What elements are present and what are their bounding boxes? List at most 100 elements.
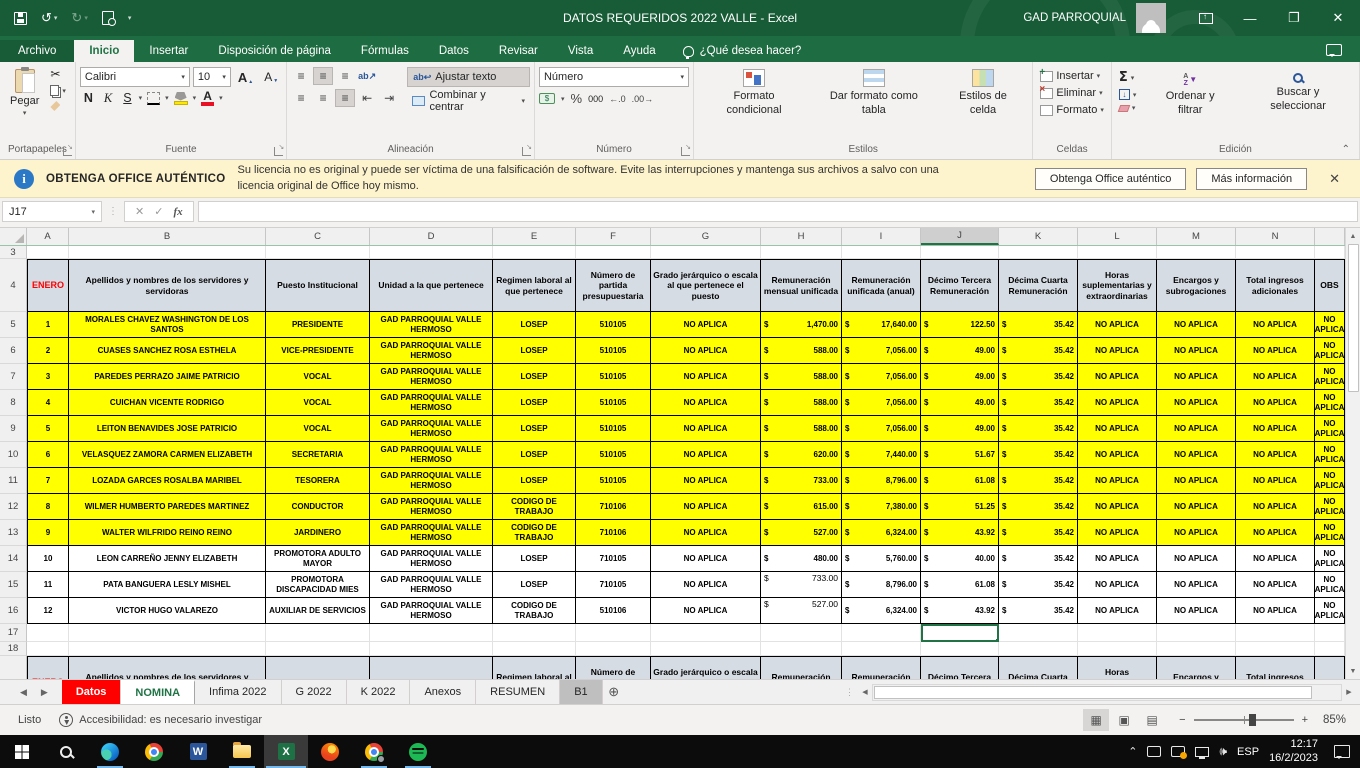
cell[interactable] [651,246,761,259]
cell[interactable]: TESORERA [266,468,370,494]
cell[interactable]: 6 [27,442,69,468]
sheet-tab-g-2022[interactable]: G 2022 [282,680,347,704]
cell[interactable]: $5,760.00 [842,546,921,572]
cell[interactable]: 510105 [576,364,651,390]
cell[interactable] [27,624,69,642]
header-cell[interactable]: Horas suplementarias y extraordinarias [1078,259,1157,312]
cell[interactable]: NO APLICA [651,390,761,416]
copy-button[interactable]: ▾ [47,84,69,97]
cell[interactable]: CONDUCTOR [266,494,370,520]
cell[interactable] [761,246,842,259]
cell[interactable]: $480.00 [761,546,842,572]
accessibility-status[interactable]: Accesibilidad: es necesario investigar [59,713,262,727]
sheet-nav-right-icon[interactable]: ▶ [41,687,48,698]
cell[interactable]: $35.42 [999,494,1078,520]
cell[interactable]: NO APLICA [1078,364,1157,390]
merge-center-button[interactable]: Combinar y centrar▾ [407,91,530,111]
cell[interactable]: GAD PARROQUIAL VALLE HERMOSO [370,338,493,364]
header-cell[interactable]: OBS [1315,259,1345,312]
cell[interactable]: $615.00 [761,494,842,520]
cell[interactable]: NO APLICA [1157,598,1236,624]
cell[interactable]: NO APLICA [1157,390,1236,416]
cell[interactable]: $588.00 [761,364,842,390]
cell[interactable]: GAD PARROQUIAL VALLE HERMOSO [370,598,493,624]
warning-close-icon[interactable]: ✕ [1319,171,1350,187]
cell[interactable]: NO APLICA [651,546,761,572]
cell[interactable]: PATA BANGUERA LESLY MISHEL [69,572,266,598]
decrease-decimal-button[interactable]: .00→ [632,94,654,104]
cell[interactable]: VELASQUEZ ZAMORA CARMEN ELIZABETH [69,442,266,468]
cell[interactable]: LOSEP [493,364,576,390]
tab-inicio[interactable]: Inicio [74,40,134,62]
customize-qat-icon[interactable]: ▾ [128,14,132,22]
vertical-scrollbar[interactable]: ▲ ▼ [1345,228,1360,679]
paste-button[interactable]: Pegar▾ [4,65,45,121]
align-middle-button[interactable]: ≡ [313,67,333,85]
header-cell[interactable]: Unidad a la que pertenece [370,259,493,312]
cell[interactable]: $35.42 [999,468,1078,494]
tab-insertar[interactable]: Insertar [134,40,203,62]
align-top-button[interactable]: ≡ [291,67,311,85]
row-header-18[interactable]: 18 [0,642,27,656]
file-explorer-icon[interactable] [220,735,264,768]
cell[interactable]: 8 [27,494,69,520]
cell[interactable]: PROMOTORA ADULTO MAYOR [266,546,370,572]
align-right-button[interactable]: ≡ [335,89,355,107]
row-header-11[interactable]: 11 [0,468,27,494]
cell[interactable] [921,642,999,656]
header-cell[interactable]: Apellidos y nombres de los servidores y … [69,259,266,312]
cell[interactable]: LOSEP [493,442,576,468]
column-header-B[interactable]: B [69,228,266,245]
tray-notification-icon[interactable] [1171,746,1185,757]
number-dialog-launcher[interactable] [681,147,690,156]
page-layout-view-button[interactable]: ▣ [1111,709,1137,731]
row-header-13[interactable]: 13 [0,520,27,546]
delete-cells-button[interactable]: Eliminar▾ [1037,86,1106,100]
cell[interactable]: NO APLICA [1157,338,1236,364]
row-header-7[interactable]: 7 [0,364,27,390]
zoom-in-icon[interactable]: + [1302,714,1308,726]
cell[interactable]: NO APLICA [1078,494,1157,520]
cell[interactable]: NO APLICA [1315,468,1345,494]
font-dialog-launcher[interactable] [274,147,283,156]
cell[interactable]: $35.42 [999,312,1078,338]
cell[interactable] [576,642,651,656]
selected-cell-J17[interactable] [921,624,999,642]
redo-icon[interactable]: ↻▾ [71,10,87,26]
cell[interactable]: $49.00 [921,390,999,416]
cell[interactable]: MORALES CHAVEZ WASHINGTON DE LOS SANTOS [69,312,266,338]
cell[interactable]: NO APLICA [1157,468,1236,494]
sheet-tab-datos[interactable]: Datos [62,680,122,704]
header-cell[interactable]: Encargos y subrogaciones [1157,656,1236,679]
comments-icon[interactable] [1326,44,1342,56]
sheet-tab-anexos[interactable]: Anexos [410,680,476,704]
header-cell[interactable]: Remuneración unificada (anual) [842,259,921,312]
cell[interactable]: $6,324.00 [842,520,921,546]
clear-button[interactable]: ▾ [1116,103,1140,113]
row-header-9[interactable]: 9 [0,416,27,442]
increase-decimal-button[interactable]: ←.0 [609,94,626,104]
horizontal-scroll-thumb[interactable] [874,686,1312,699]
percent-style-button[interactable]: % [571,91,583,106]
cell[interactable]: NO APLICA [1157,546,1236,572]
cell[interactable]: LOSEP [493,468,576,494]
row-header-10[interactable]: 10 [0,442,27,468]
cell[interactable]: $35.42 [999,442,1078,468]
cell[interactable]: NO APLICA [1078,468,1157,494]
header-cell[interactable]: Total ingresos adicionales [1236,656,1315,679]
cell[interactable]: NO APLICA [1157,364,1236,390]
spotify-icon[interactable] [396,735,440,768]
cell[interactable] [1078,642,1157,656]
cell[interactable]: AUXILIAR DE SERVICIOS [266,598,370,624]
cell[interactable] [842,246,921,259]
cell[interactable]: 2 [27,338,69,364]
comma-style-button[interactable]: 000 [588,94,603,104]
italic-button[interactable]: K [100,91,116,106]
tab-archivo[interactable]: Archivo [0,40,74,62]
header-cell[interactable]: Número de partida presupuestaria [576,656,651,679]
column-header-E[interactable]: E [493,228,576,245]
cell[interactable]: $7,056.00 [842,390,921,416]
cell[interactable]: NO APLICA [1236,468,1315,494]
more-info-button[interactable]: Más información [1196,168,1307,190]
cell[interactable]: NO APLICA [1315,312,1345,338]
